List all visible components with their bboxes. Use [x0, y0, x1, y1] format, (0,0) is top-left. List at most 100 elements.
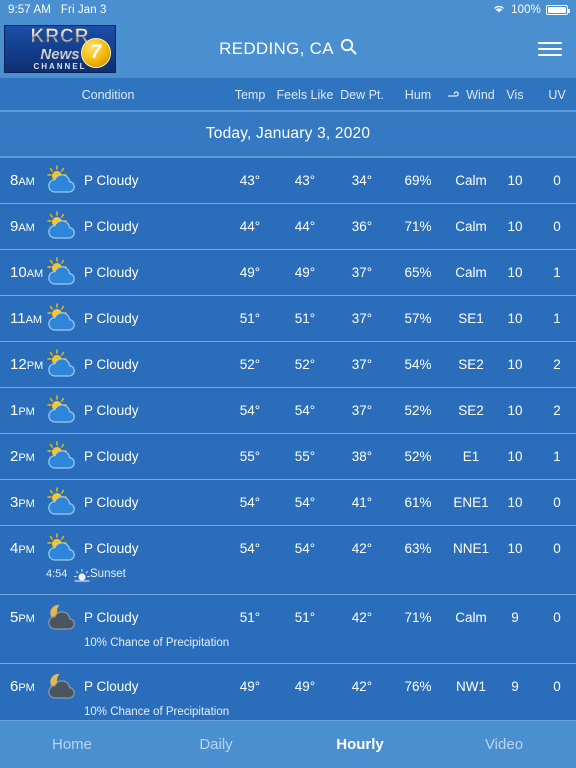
cell-dew-point: 37° [351, 357, 373, 372]
tab-home[interactable]: Home [0, 736, 144, 753]
column-header-condition: Condition [81, 88, 135, 102]
hourly-row-main: 11AM P Cloudy 51° 51° 37° 57% SE1 10 1 [0, 296, 576, 341]
cell-wind: Calm [455, 219, 487, 234]
cell-dew-point: 42° [351, 679, 373, 694]
cell-temp: 49° [239, 679, 261, 694]
cell-temp: 52° [239, 357, 261, 372]
column-header-row: Condition Temp Feels Like Dew Pt. Hum Wi… [0, 78, 576, 112]
logo-line-krcr: KRCR [30, 26, 90, 47]
cell-wind: E1 [462, 449, 480, 464]
location-search[interactable]: REDDING, CA [158, 38, 418, 60]
column-header-uv: UV [548, 88, 566, 102]
tab-daily[interactable]: Daily [144, 736, 288, 753]
hourly-row-main: 9AM P Cloudy 44° 44° 36° 71% Calm 10 0 [0, 204, 576, 249]
cell-humidity: 54% [404, 357, 432, 372]
cell-visibility: 10 [507, 403, 523, 418]
cell-uv: 0 [553, 610, 561, 625]
cell-wind: NW1 [456, 679, 486, 694]
condition-label: P Cloudy [84, 495, 139, 510]
bottom-tab-bar[interactable]: Home Daily Hourly Video [0, 720, 576, 768]
hour-label: 4PM [10, 540, 35, 557]
location-label: REDDING, CA [219, 39, 334, 58]
cell-feels-like: 54° [294, 403, 316, 418]
cell-dew-point: 37° [351, 403, 373, 418]
app-header: KRCR News CHANNEL 7 REDDING, CA [0, 20, 576, 78]
hour-label: 11AM [10, 310, 43, 327]
hourly-row-main: 12PM P Cloudy 52° 52° 37° 54% SE2 10 2 [0, 342, 576, 387]
cell-feels-like: 49° [294, 679, 316, 694]
battery-full-icon [546, 5, 570, 15]
hourly-forecast-list[interactable]: 8AM P Cloudy 43° 43° 34° 69% Calm 10 0 9AM P Cloud… [0, 158, 576, 755]
cell-temp: 43° [239, 173, 261, 188]
cell-temp: 44° [239, 219, 261, 234]
cell-wind: Calm [455, 265, 487, 280]
cell-uv: 1 [553, 265, 561, 280]
hourly-row[interactable]: 8AM P Cloudy 43° 43° 34° 69% Calm 10 0 [0, 158, 576, 204]
condition-label: P Cloudy [84, 173, 139, 188]
cell-wind: SE2 [458, 357, 484, 372]
partly-cloudy-night-icon [44, 671, 78, 701]
condition-label: P Cloudy [84, 265, 139, 280]
cell-visibility: 10 [507, 173, 523, 188]
hamburger-menu-icon[interactable] [538, 42, 562, 56]
cell-feels-like: 51° [294, 311, 316, 326]
weather-app: 9:57 AM Fri Jan 3 100% KRCR News CHANNEL… [0, 0, 576, 768]
cell-dew-point: 41° [351, 495, 373, 510]
search-icon[interactable] [340, 38, 357, 60]
cell-uv: 0 [553, 541, 561, 556]
cell-dew-point: 34° [351, 173, 373, 188]
cell-visibility: 9 [511, 679, 519, 694]
logo-badge-seven: 7 [81, 38, 111, 68]
cell-humidity: 71% [404, 219, 432, 234]
hourly-row[interactable]: 10AM P Cloudy 49° 49° 37° 65% Calm 10 1 [0, 250, 576, 296]
cell-visibility: 9 [511, 610, 519, 625]
hour-label: 9AM [10, 218, 35, 235]
hourly-row[interactable]: 12PM P Cloudy 52° 52° 37° 54% SE2 10 2 [0, 342, 576, 388]
hourly-row-main: 4PM P Cloudy 54° 54° 42° 63% NNE1 10 0 [0, 526, 576, 571]
column-header-humidity: Hum [404, 88, 432, 102]
cell-wind: Calm [455, 610, 487, 625]
sun-event-time: 4:54 [46, 568, 68, 580]
hour-label: 2PM [10, 448, 35, 465]
cell-humidity: 65% [404, 265, 432, 280]
hourly-row[interactable]: 11AM P Cloudy 51° 51° 37° 57% SE1 10 1 [0, 296, 576, 342]
hourly-row[interactable]: 1PM P Cloudy 54° 54° 37° 52% SE2 10 2 [0, 388, 576, 434]
hourly-row[interactable]: 3PM P Cloudy 54° 54° 41° 61% ENE1 10 0 [0, 480, 576, 526]
partly-cloudy-day-icon [44, 533, 78, 563]
cell-humidity: 71% [404, 610, 432, 625]
cell-humidity: 57% [404, 311, 432, 326]
cell-humidity: 69% [404, 173, 432, 188]
condition-label: P Cloudy [84, 311, 139, 326]
hourly-row[interactable]: 2PM P Cloudy 55° 55° 38° 52% E1 10 1 [0, 434, 576, 480]
tab-video[interactable]: Video [432, 736, 576, 753]
cell-uv: 1 [553, 449, 561, 464]
hourly-row[interactable]: 5PM P Cloudy 51° 51° 42° 71% Calm 9 0 10% Chance … [0, 595, 576, 664]
cell-feels-like: 55° [294, 449, 316, 464]
hourly-row[interactable]: 4PM P Cloudy 54° 54° 42° 63% NNE1 10 0 4:54 Sunset [0, 526, 576, 595]
date-header: Today, January 3, 2020 [0, 112, 576, 158]
cell-feels-like: 51° [294, 610, 316, 625]
cell-visibility: 10 [507, 357, 523, 372]
column-header-dew-point: Dew Pt. [340, 88, 384, 102]
condition-label: P Cloudy [84, 610, 139, 625]
hour-label: 6PM [10, 678, 35, 695]
partly-cloudy-night-icon [44, 602, 78, 632]
hourly-row[interactable]: 9AM P Cloudy 44° 44° 36° 71% Calm 10 0 [0, 204, 576, 250]
cell-temp: 49° [239, 265, 261, 280]
cell-uv: 0 [553, 219, 561, 234]
cell-humidity: 63% [404, 541, 432, 556]
cell-uv: 0 [553, 173, 561, 188]
cell-humidity: 52% [404, 403, 432, 418]
status-bar-right: 100% [492, 3, 570, 17]
krcr-logo[interactable]: KRCR News CHANNEL 7 [4, 25, 116, 73]
hourly-row-main: 10AM P Cloudy 49° 49° 37° 65% Calm 10 1 [0, 250, 576, 295]
cell-wind: Calm [455, 173, 487, 188]
cell-feels-like: 54° [294, 541, 316, 556]
condition-label: P Cloudy [84, 449, 139, 464]
tab-hourly[interactable]: Hourly [288, 736, 432, 753]
hourly-row-main: 3PM P Cloudy 54° 54° 41° 61% ENE1 10 0 [0, 480, 576, 525]
cell-visibility: 10 [507, 219, 523, 234]
partly-cloudy-day-icon [44, 487, 78, 517]
cell-feels-like: 43° [294, 173, 316, 188]
status-bar: 9:57 AM Fri Jan 3 100% [0, 0, 576, 20]
